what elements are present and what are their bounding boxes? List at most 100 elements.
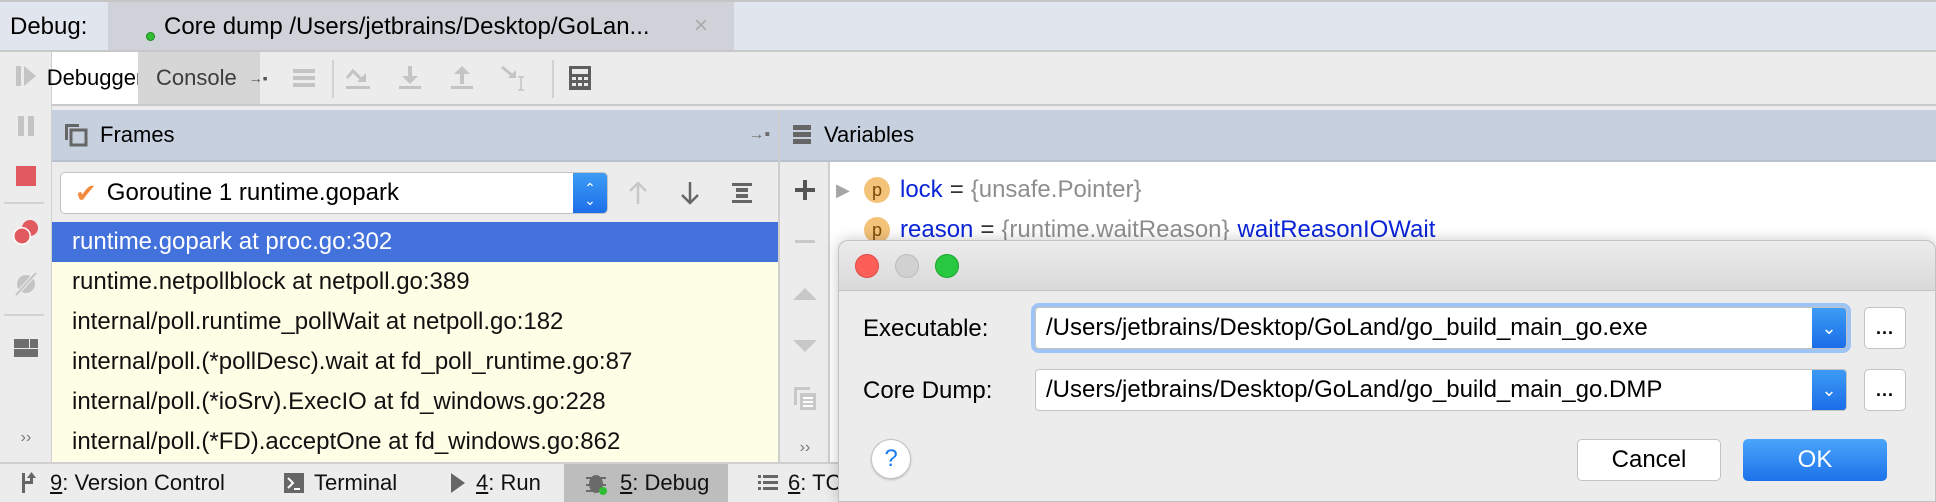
variables-header: Variables [780, 110, 1936, 162]
move-up-button[interactable] [789, 278, 821, 310]
step-over-button[interactable] [342, 62, 374, 94]
session-tab[interactable]: Core dump /Users/jetbrains/Desktop/GoLan… [108, 2, 734, 50]
zoom-window-button[interactable] [935, 254, 959, 278]
mute-breakpoints-button[interactable] [10, 268, 42, 300]
frame-item[interactable]: runtime.netpollblock at netpoll.go:389 [52, 262, 778, 302]
view-breakpoints-button[interactable] [10, 216, 42, 248]
arrow-down-icon [681, 182, 699, 205]
help-button[interactable]: ? [871, 439, 911, 479]
shortcut-key: 5 [620, 470, 633, 495]
tool-window-todo[interactable]: 6: TC [758, 464, 841, 502]
next-frame-button[interactable] [672, 174, 708, 212]
parameter-badge-icon: p [864, 177, 890, 203]
pause-button[interactable] [10, 110, 42, 142]
variables-toolbar: ›› [780, 162, 830, 462]
frames-icon [65, 124, 88, 147]
calculator-icon [569, 66, 591, 90]
layout-button[interactable] [10, 332, 42, 364]
tool-window-terminal[interactable]: Terminal [284, 464, 397, 502]
previous-frame-button[interactable] [620, 174, 656, 212]
stop-button[interactable] [10, 160, 42, 192]
tool-window-debug[interactable]: 5: Debug [564, 464, 728, 502]
variables-icon [793, 125, 811, 144]
chevron-down-icon[interactable]: ⌄ [1812, 370, 1846, 410]
variable-equals: = [949, 176, 964, 203]
tab-console[interactable]: Console →▪ [138, 52, 268, 104]
resume-button[interactable] [10, 60, 42, 92]
frame-item[interactable]: runtime.gopark at proc.go:302 [52, 222, 778, 262]
minimize-window-button[interactable] [895, 254, 919, 278]
browse-executable-button[interactable]: ... [1864, 307, 1906, 349]
pause-icon [18, 116, 34, 136]
run-to-cursor-icon [501, 65, 524, 91]
pin-tab-icon[interactable]: →▪ [249, 70, 268, 86]
attach-core-dump-dialog: Executable: /Users/jetbrains/Desktop/GoL… [838, 240, 1936, 502]
core-dump-value: /Users/jetbrains/Desktop/GoLand/go_build… [1046, 376, 1663, 403]
frame-item[interactable]: internal/poll.(*pollDesc).wait at fd_pol… [52, 342, 778, 382]
more-actions-icon[interactable]: ›› [10, 422, 42, 454]
ok-button[interactable]: OK [1743, 439, 1887, 481]
shortcut-key: 4 [476, 470, 489, 495]
duplicate-watch-button[interactable] [789, 382, 821, 414]
cancel-button[interactable]: Cancel [1577, 439, 1721, 481]
tool-window-version-control[interactable]: 9: Version Control [20, 464, 225, 502]
chevron-down-icon[interactable]: ⌄ [1812, 308, 1846, 348]
close-window-button[interactable] [855, 254, 879, 278]
close-tab-icon[interactable]: × [694, 12, 708, 40]
more-actions-icon[interactable]: ›› [789, 432, 821, 464]
tool-window-label: : TC [800, 470, 842, 495]
hide-panel-icon[interactable]: →▪ [748, 126, 770, 144]
frame-item[interactable]: internal/poll.(*ioSrv).ExecIO at fd_wind… [52, 382, 778, 422]
frame-item[interactable]: internal/poll.(*FD).acceptOne at fd_wind… [52, 422, 778, 462]
triangle-down-icon [793, 340, 817, 352]
copy-icon [794, 387, 816, 410]
tab-debugger[interactable]: Debugger [47, 52, 143, 104]
expand-triangle-icon[interactable]: ▶ [836, 180, 864, 201]
core-dump-label: Core Dump: [863, 377, 993, 404]
frames-list: runtime.gopark at proc.go:302 runtime.ne… [52, 222, 778, 462]
version-control-icon [20, 471, 40, 495]
frame-item[interactable]: internal/poll.runtime_pollWait at netpol… [52, 302, 778, 342]
toolbar-separator [552, 60, 554, 98]
goroutine-select-value: Goroutine 1 runtime.gopark [106, 179, 399, 206]
frames-title: Frames [100, 122, 175, 147]
frames-panel: Frames →▪ ✔ Goroutine 1 runtime.gopark ⌃… [52, 110, 780, 462]
variable-name: lock [900, 176, 943, 203]
terminal-icon [284, 473, 304, 493]
step-out-button[interactable] [446, 62, 478, 94]
dialog-title-bar [839, 241, 1935, 291]
tool-window-run[interactable]: 4: Run [450, 464, 541, 502]
debug-label: Debug: [10, 13, 88, 40]
variable-type: {unsafe.Pointer} [970, 176, 1142, 203]
toolbar-separator [4, 202, 44, 204]
tool-window-label: : Version Control [62, 470, 225, 495]
run-icon [450, 472, 466, 494]
browse-core-dump-button[interactable]: ... [1864, 369, 1906, 411]
debug-toolbar: Debugger Console →▪ [47, 52, 1936, 106]
executable-label: Executable: [863, 315, 989, 342]
select-arrows-icon: ⌃ ⌄ [573, 173, 607, 213]
stop-icon [16, 166, 36, 186]
tool-window-label: : Debug [632, 470, 710, 495]
checkmark-icon: ✔ [75, 177, 97, 208]
step-into-button[interactable] [394, 62, 426, 94]
toolbar-separator [4, 314, 44, 316]
variable-row[interactable]: ▶ p lock = {unsafe.Pointer} [836, 170, 1142, 210]
debug-title-bar: Debug: Core dump /Users/jetbrains/Deskto… [0, 0, 1936, 52]
executable-field[interactable]: /Users/jetbrains/Desktop/GoLand/go_build… [1035, 307, 1847, 349]
run-to-cursor-button[interactable] [498, 62, 530, 94]
running-status-icon [146, 32, 155, 41]
goroutine-select[interactable]: ✔ Goroutine 1 runtime.gopark ⌃ ⌄ [60, 172, 608, 214]
new-watch-button[interactable] [789, 174, 821, 206]
core-dump-field[interactable]: /Users/jetbrains/Desktop/GoLand/go_build… [1035, 369, 1847, 411]
frames-filter-button[interactable] [724, 174, 760, 212]
tab-console-label: Console [156, 65, 237, 90]
move-down-button[interactable] [789, 330, 821, 362]
remove-watch-button[interactable] [789, 226, 821, 258]
evaluate-expression-button[interactable] [564, 62, 596, 94]
variables-title: Variables [824, 122, 915, 147]
layout-icon [14, 339, 38, 357]
triangle-up-icon [793, 288, 817, 300]
executable-value: /Users/jetbrains/Desktop/GoLand/go_build… [1046, 314, 1648, 341]
show-execution-point-button[interactable] [288, 62, 320, 94]
